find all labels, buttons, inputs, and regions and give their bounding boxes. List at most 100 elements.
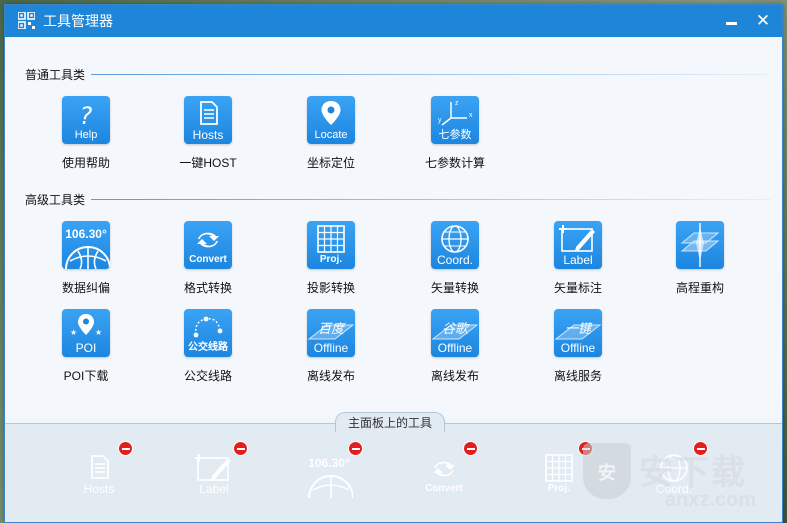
tile-caption: Offline [437,341,473,355]
svg-text:★: ★ [70,328,77,337]
tile-caption: 公交线路 [188,342,228,353]
poi-pin-icon: ★ ★ POI [62,309,110,357]
tool-manager-window: 工具管理器 ✕ 普通工具类 ? Help 使用帮助 Hosts 一键HOST L… [4,4,783,523]
svg-text:y: y [438,117,442,124]
tool-bus-route[interactable]: 公交线路 公交线路 [153,309,263,384]
watermark-text: 安下载 [639,454,747,492]
offline-badge-text: 一键 [565,321,593,336]
tool-label: 七参数计算 [424,156,485,170]
tile-caption: Offline [560,341,596,355]
tile-caption: 七参数 [438,129,472,141]
xyz-axes-icon: z x y 七参数 [431,96,479,144]
tool-locate[interactable]: Locate 坐标定位 [276,96,386,171]
tile-caption: Offline [313,341,349,355]
watermark-domain: anxz.com [665,489,757,511]
svg-text:?: ? [80,102,93,130]
title-bar[interactable]: 工具管理器 ✕ [5,5,782,37]
tool-help[interactable]: ? Help 使用帮助 [31,96,141,171]
offline-badge-text: 谷歌 [442,321,470,336]
offline-google-icon: 谷歌 Offline [431,309,479,357]
globe-coordinate-icon: 106.30° [62,221,110,269]
tool-elevation-rebuild[interactable]: 高程重构 [645,221,755,296]
tool-format-convert[interactable]: Convert 格式转换 [153,221,263,296]
help-icon: ? Help [62,96,110,144]
tile-caption: Coord. [436,253,474,267]
tool-label: 格式转换 [183,281,232,295]
tool-label: 离线服务 [553,369,602,383]
tile-caption: Label [199,482,229,496]
tool-content-area: 普通工具类 ? Help 使用帮助 Hosts 一键HOST Locate 坐标… [5,37,782,417]
tool-label: 数据纠偏 [61,281,110,295]
tile-caption: Convert [189,254,227,265]
section-divider [91,74,771,75]
tool-offline-publish-baidu[interactable]: 百度 Offline 离线发布 [276,309,386,384]
tool-label: 矢量标注 [553,281,602,295]
tile-caption: Hosts [192,128,224,142]
pinned-tool-convert[interactable]: Convert [420,441,478,498]
shield-icon: 安 [583,443,631,499]
pinned-tool-label[interactable]: Label [190,441,248,498]
pinned-tool-hosts[interactable]: Hosts [75,441,133,498]
tool-label: 公交线路 [183,369,232,383]
remove-button[interactable] [118,441,133,456]
pinned-tool-data-correction[interactable]: 106.30° [305,441,363,498]
globe-icon: Coord. [431,221,479,269]
tool-projection-convert[interactable]: Proj. 投影转换 [276,221,386,296]
remove-button[interactable] [348,441,363,456]
tool-label: 矢量转换 [430,281,479,295]
tool-label: 离线发布 [430,369,479,383]
hosts-file-icon: Hosts [184,96,232,144]
section-title-advanced: 高级工具类 [25,193,86,207]
remove-button[interactable] [463,441,478,456]
svg-text:x: x [469,112,473,119]
offline-badge-text: 百度 [318,321,346,336]
remove-button[interactable] [233,441,248,456]
tile-caption: 106.30° [308,456,350,470]
tool-vector-label[interactable]: Label 矢量标注 [523,221,633,296]
minimize-icon [725,22,737,25]
close-button[interactable]: ✕ [753,11,773,31]
svg-text:z: z [455,100,459,107]
tile-caption: Proj. [319,254,343,265]
tool-label: POI下载 [63,369,109,383]
projection-grid-icon: Proj. [307,221,355,269]
minus-icon [236,448,245,450]
tool-hosts[interactable]: Hosts 一键HOST [153,96,263,171]
tool-label: 坐标定位 [306,156,355,170]
bus-route-icon: 公交线路 [184,309,232,357]
tool-label: 一键HOST [179,156,237,170]
tile-caption: Hosts [83,482,115,496]
tool-offline-publish-google[interactable]: 谷歌 Offline 离线发布 [400,309,510,384]
tool-label: 离线发布 [306,369,355,383]
tool-data-correction[interactable]: 106.30° 数据纠偏 [31,221,141,296]
close-icon: ✕ [755,11,771,30]
tool-offline-service[interactable]: 一键 Offline 离线服务 [523,309,633,384]
window-title: 工具管理器 [43,13,113,29]
watermark-shield-char: 安 [598,463,616,483]
tile-caption: Locate [314,129,348,141]
tile-caption: 106.30° [65,227,107,241]
tool-vector-convert[interactable]: Coord. 矢量转换 [400,221,510,296]
tile-caption: Convert [425,483,463,494]
tool-seven-params[interactable]: z x y 七参数 七参数计算 [400,96,510,171]
tool-poi-download[interactable]: ★ ★ POI POI下载 [31,309,141,384]
elevation-layers-icon [676,221,724,269]
section-title-general: 普通工具类 [25,68,86,82]
minus-icon [121,448,130,450]
qr-app-icon [18,12,35,29]
tile-caption: Help [74,129,98,141]
svg-text:★: ★ [95,328,102,337]
tool-label: 使用帮助 [61,156,110,170]
minimize-button[interactable] [721,11,741,31]
tile-caption: Label [563,253,593,267]
minus-icon [466,448,475,450]
offline-service-icon: 一键 Offline [554,309,602,357]
panel-title: 主面板上的工具 [335,412,445,432]
tile-caption: POI [75,341,97,355]
tool-label: 投影转换 [306,281,355,295]
location-pin-icon: Locate [307,96,355,144]
site-watermark: 安 安下载 anxz.com [575,437,782,522]
tool-label: 高程重构 [675,281,724,295]
section-divider [91,199,771,200]
offline-baidu-icon: 百度 Offline [307,309,355,357]
